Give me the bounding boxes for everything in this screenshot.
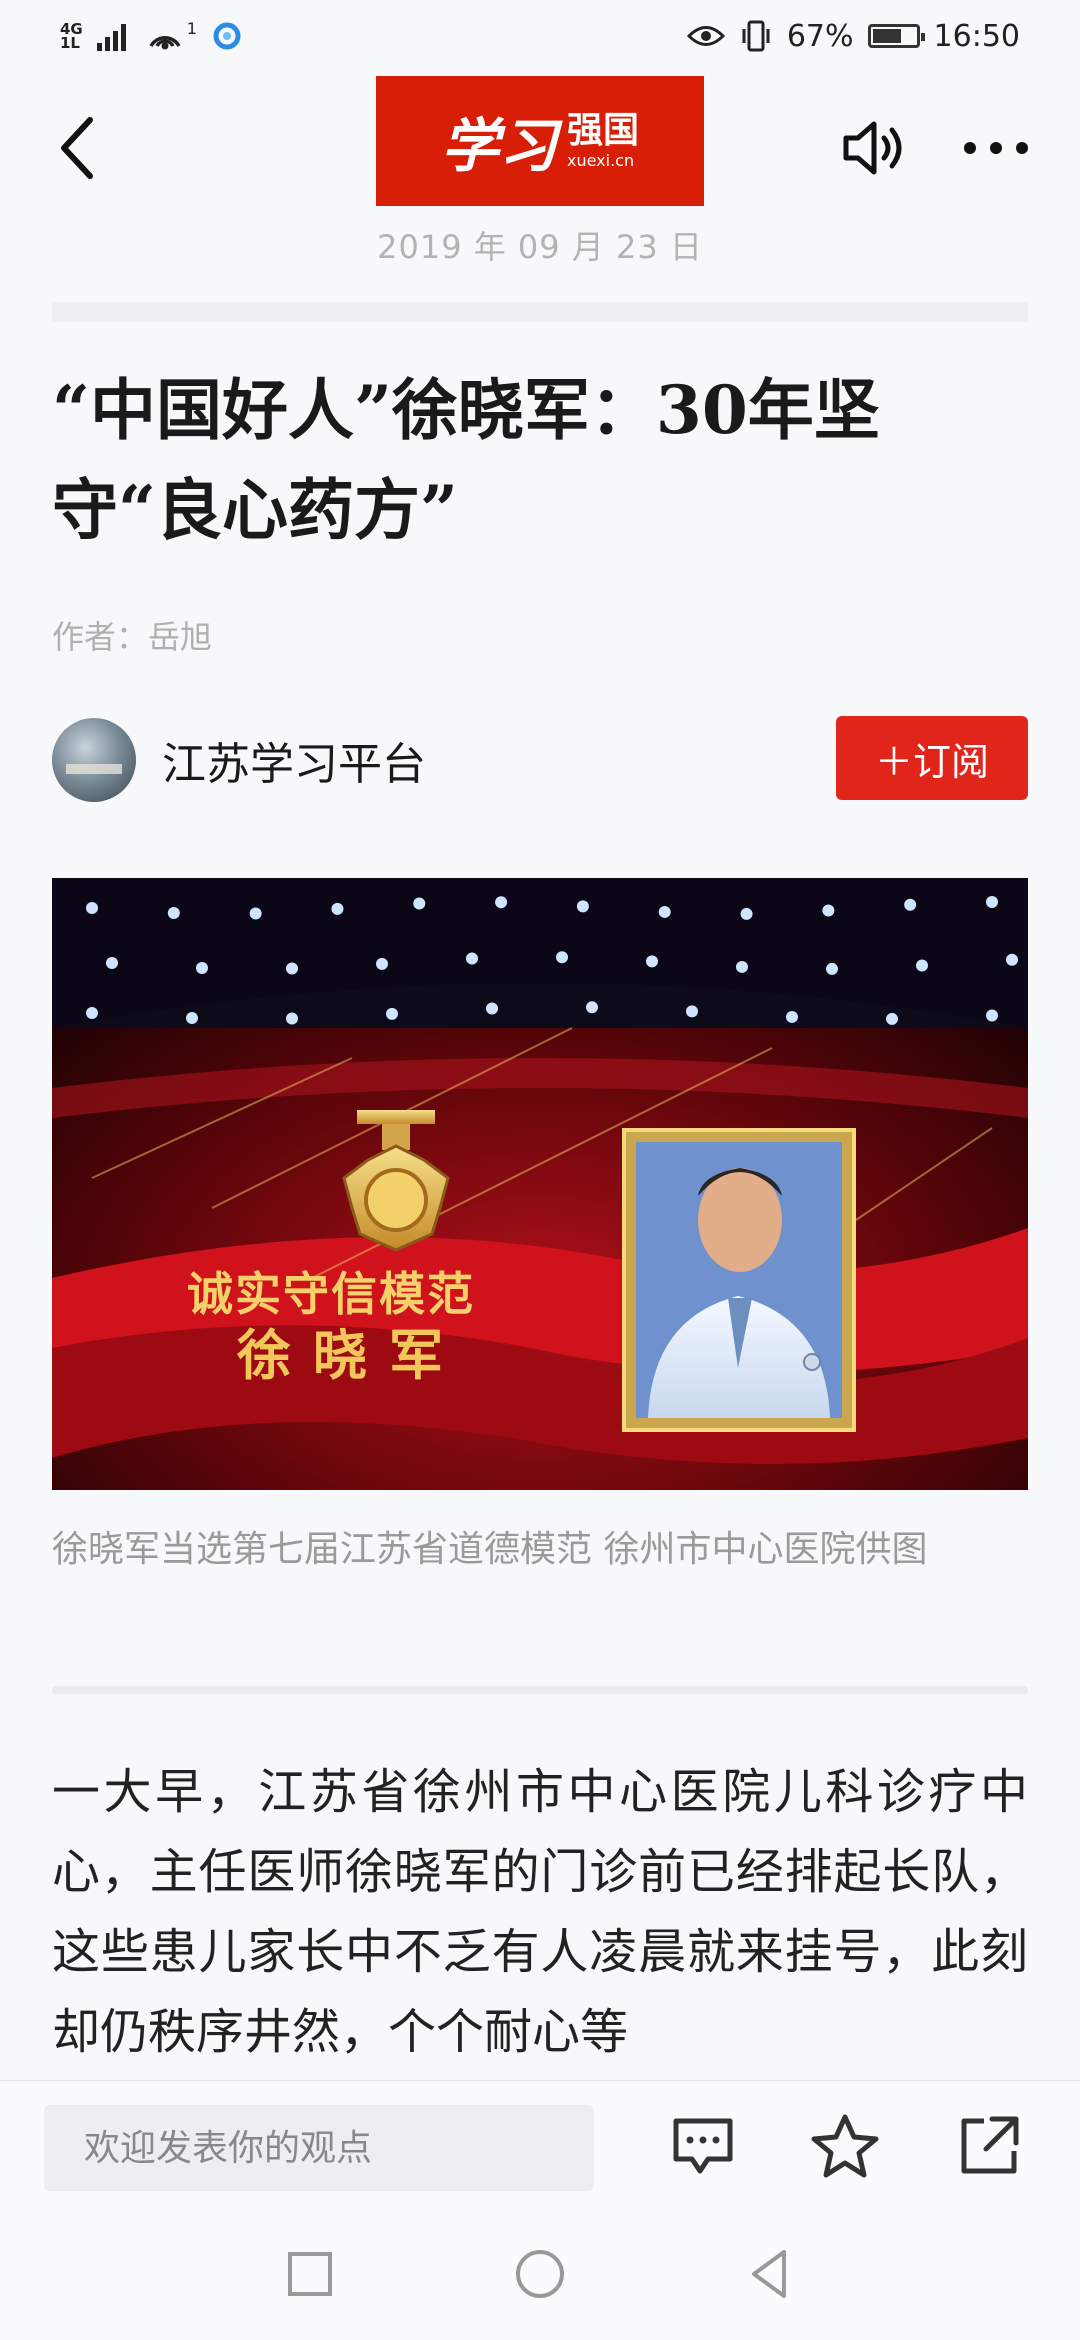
ceiling-light xyxy=(196,962,208,975)
publish-date: 2019 年 09 月 23 日 xyxy=(377,228,703,266)
status-bar: 4G 1L 1 67% 16:50 xyxy=(0,0,1080,72)
system-nav-bar xyxy=(0,2210,1080,2340)
logo-script: 学习 xyxy=(440,112,557,180)
ceiling-light xyxy=(486,1002,498,1015)
ceiling-light xyxy=(249,907,262,920)
logo-text: 强国 xyxy=(567,110,640,151)
ceiling-light xyxy=(904,898,917,911)
banner-title: 诚实守信模范 xyxy=(187,1267,475,1321)
ceiling-light xyxy=(886,1012,898,1025)
ceiling-light xyxy=(646,955,658,968)
article-title: “中国好人”徐晓军：30年坚守“良心药方” xyxy=(52,371,880,549)
network-sub: 1L xyxy=(60,34,80,52)
ceiling-light xyxy=(658,905,671,918)
clock: 16:50 xyxy=(933,18,1020,54)
star-icon[interactable] xyxy=(810,2111,880,2181)
comment-input[interactable] xyxy=(44,2105,594,2191)
status-left: 4G 1L 1 xyxy=(60,16,243,56)
more-button[interactable] xyxy=(960,128,1032,168)
comment-bar xyxy=(0,2080,1080,2211)
source-avatar[interactable] xyxy=(52,718,136,802)
ceiling-light xyxy=(736,960,748,973)
hotspot-count: 1 xyxy=(186,18,197,38)
banner-name: 徐晓军 xyxy=(236,1323,465,1387)
browser-app-icon xyxy=(213,22,241,50)
comment-icon[interactable] xyxy=(668,2111,738,2181)
image-caption: 徐晓军当选第七届江苏省道德模范 徐州市中心医院供图 xyxy=(52,1529,928,1570)
ceiling-light xyxy=(376,957,388,970)
battery-percent: 67% xyxy=(786,18,854,54)
ceiling-light xyxy=(740,907,753,920)
vibrate-icon xyxy=(742,20,770,52)
ceiling-light xyxy=(1006,953,1018,966)
status-right: 67% 16:50 xyxy=(686,14,1020,58)
recent-apps-icon[interactable] xyxy=(280,2244,340,2304)
signal-icon xyxy=(96,24,126,51)
ceiling-light xyxy=(86,1007,98,1019)
ceiling-light xyxy=(986,896,998,909)
ceiling-light xyxy=(822,904,835,917)
ceiling-light xyxy=(556,951,568,964)
subscribe-button[interactable]: ＋订阅 xyxy=(836,716,1028,800)
ceiling-light xyxy=(186,1012,198,1025)
divider xyxy=(52,302,1028,322)
ceiling-light xyxy=(576,900,589,913)
network-indicator: 4G 1L xyxy=(60,22,83,52)
ceiling-light xyxy=(986,1009,998,1022)
ceiling-light xyxy=(495,896,508,909)
speaker-icon xyxy=(843,121,877,175)
source-row: 江苏学习平台 ＋订阅 xyxy=(52,716,1028,802)
battery-fill xyxy=(872,29,901,43)
ceiling-light xyxy=(413,897,426,910)
more-dots-icon xyxy=(964,142,1028,154)
hotspot-icon xyxy=(149,36,181,50)
ceiling-light xyxy=(331,902,344,915)
ceiling-light xyxy=(686,1005,698,1018)
portrait-photo xyxy=(622,1128,856,1432)
article-image[interactable]: 诚实守信模范 徐晓军 xyxy=(52,878,1028,1490)
ceiling-light xyxy=(586,1001,598,1014)
article-author: 作者：岳旭 xyxy=(52,618,213,656)
divider xyxy=(52,1686,1028,1694)
ceiling-light xyxy=(86,902,98,914)
back-button[interactable] xyxy=(50,108,110,188)
ceiling-light xyxy=(786,1010,798,1023)
source-name[interactable]: 江苏学习平台 xyxy=(162,728,426,792)
ceiling-light xyxy=(286,1012,298,1025)
logo-url: xuexi.cn xyxy=(567,151,635,170)
article-header: 学习 强国 xuexi.cn xyxy=(0,72,1080,220)
ceiling-light xyxy=(286,962,298,975)
ceiling-light xyxy=(466,952,478,965)
eye-comfort-icon xyxy=(686,26,725,46)
ceiling-light xyxy=(106,957,118,969)
home-icon[interactable] xyxy=(510,2244,570,2304)
battery-icon xyxy=(867,24,925,48)
ceiling-light xyxy=(916,959,928,972)
ceiling-light xyxy=(386,1007,398,1020)
ceiling-light xyxy=(167,907,180,920)
xuexi-logo: 学习 强国 xuexi.cn xyxy=(376,76,704,206)
back-nav-icon[interactable] xyxy=(740,2244,800,2304)
logo-right: 强国 xuexi.cn xyxy=(567,113,639,169)
ceiling-light xyxy=(826,962,838,975)
chevron-left-icon xyxy=(61,117,93,179)
article-body: 一大早，江苏省徐州市中心医院儿科诊疗中心，主任医师徐晓军的门诊前已经排起长队，这… xyxy=(52,1764,1028,2060)
share-icon[interactable] xyxy=(954,2111,1024,2181)
audio-button[interactable] xyxy=(840,116,910,180)
